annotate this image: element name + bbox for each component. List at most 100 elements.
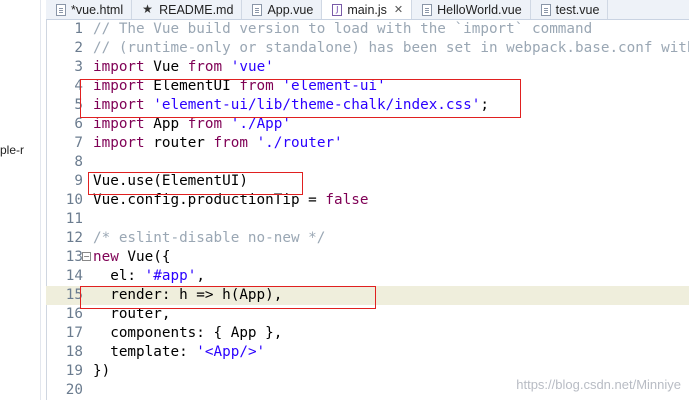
tab-helloworld-vue[interactable]: HelloWorld.vue xyxy=(412,0,531,19)
code-line[interactable]: 10 Vue.config.productionTip = false xyxy=(46,191,689,210)
token: template: xyxy=(93,344,197,360)
code-line[interactable]: 11 xyxy=(46,210,689,229)
code-line[interactable]: 16 router, xyxy=(46,305,689,324)
line-number: 4 xyxy=(74,78,83,94)
token: false xyxy=(325,192,369,208)
token: import xyxy=(93,116,145,132)
line-number: 3 xyxy=(74,59,83,75)
watermark: https://blog.csdn.net/Minniye xyxy=(516,377,681,392)
line-number: 13 xyxy=(65,249,83,265)
token: '#app' xyxy=(144,268,197,284)
token: components: { App }, xyxy=(93,325,283,341)
token: router, xyxy=(93,306,171,322)
code-text: import Vue from 'vue' xyxy=(93,58,274,77)
token: Vue xyxy=(144,59,188,75)
line-number: 2 xyxy=(74,40,83,56)
line-number: 16 xyxy=(65,306,83,322)
tab-main-js[interactable]: Jmain.js ✕ xyxy=(322,0,413,19)
line-number: 19 xyxy=(65,363,83,379)
code-editor[interactable]: 1 // The Vue build version to load with t… xyxy=(46,20,689,400)
code-line[interactable]: 18 template: '<App/>' xyxy=(46,343,689,362)
code-line[interactable]: 6 import App from './App' xyxy=(46,115,689,134)
line-number: 7 xyxy=(74,135,83,151)
token: from xyxy=(239,78,274,94)
code-line[interactable]: 5 import 'element-ui/lib/theme-chalk/inde… xyxy=(46,96,689,115)
token: ElementUI xyxy=(144,78,240,94)
line-number: 10 xyxy=(65,192,83,208)
code-text: import App from './App' xyxy=(93,115,291,134)
token: '<App/>' xyxy=(196,344,266,360)
fold-toggle-icon[interactable]: − xyxy=(82,252,91,261)
line-number: 6 xyxy=(74,116,83,132)
tab-vue-html[interactable]: *vue.html xyxy=(46,0,133,19)
tree-item-fragment[interactable]: ple-r xyxy=(0,143,24,157)
code-line[interactable]: 3 import Vue from 'vue' xyxy=(46,58,689,77)
line-number: 15 xyxy=(65,287,83,303)
token: // The Vue build version to load with th… xyxy=(93,21,593,37)
code-line[interactable]: 9 Vue.use(ElementUI) xyxy=(46,172,689,191)
code-line[interactable]: 15 render: h => h(App), xyxy=(46,286,689,305)
code-text: Vue.use(ElementUI) xyxy=(93,172,248,191)
token: new xyxy=(93,249,119,265)
token: , xyxy=(196,268,205,284)
code-line[interactable]: 14 el: '#app', xyxy=(46,267,689,286)
code-text: import router from './router' xyxy=(93,134,343,153)
token: './router' xyxy=(256,135,343,151)
line-number: 8 xyxy=(74,154,83,170)
tab-readme-md[interactable]: ★ README.md xyxy=(132,0,243,19)
line-number: 9 xyxy=(74,173,83,189)
code-text: router, xyxy=(93,305,170,324)
code-text: import 'element-ui/lib/theme-chalk/index… xyxy=(93,96,489,115)
token: App xyxy=(144,116,188,132)
tab-label: test.vue xyxy=(555,2,600,17)
token: 'element-ui' xyxy=(282,78,386,94)
tab-app-vue[interactable]: App.vue xyxy=(242,0,323,19)
panel-divider xyxy=(40,0,41,400)
tab-label: HelloWorld.vue xyxy=(437,2,522,17)
star-icon: ★ xyxy=(142,2,153,16)
code-line[interactable]: 12 /* eslint-disable no-new */ xyxy=(46,229,689,248)
code-line[interactable]: 1 // The Vue build version to load with t… xyxy=(46,20,689,39)
token: /* eslint-disable no-new */ xyxy=(93,230,326,246)
line-number: 1 xyxy=(74,21,83,37)
token: Vue.use(ElementUI) xyxy=(93,173,248,189)
token: import xyxy=(93,59,145,75)
vue-file-icon xyxy=(252,3,263,16)
code-text: render: h => h(App), xyxy=(93,286,282,305)
token: 'element-ui/lib/theme-chalk/index.css' xyxy=(153,97,481,113)
tab-test-vue[interactable]: test.vue xyxy=(531,0,609,19)
token: from xyxy=(213,135,248,151)
code-text: new Vue({ xyxy=(93,248,170,267)
editor-tab-bar: *vue.html ★ README.md App.vue Jmain.js ✕ Hello… xyxy=(46,0,689,20)
code-line[interactable]: 8 xyxy=(46,153,689,172)
package-explorer-panel: ple-r xyxy=(0,0,47,400)
tab-label: README.md xyxy=(159,2,234,17)
tab-label: App.vue xyxy=(267,2,314,17)
code-text: template: '<App/>' xyxy=(93,343,265,362)
vue-file-icon xyxy=(422,3,433,16)
line-number: 14 xyxy=(65,268,83,284)
line-number: 18 xyxy=(65,344,83,360)
token: from xyxy=(187,59,223,75)
token: Vue.config.productionTip = xyxy=(93,192,326,208)
tab-label: *vue.html xyxy=(71,2,124,17)
line-number: 5 xyxy=(74,97,83,113)
code-text: // The Vue build version to load with th… xyxy=(93,20,592,39)
close-icon[interactable]: ✕ xyxy=(394,3,403,16)
code-line[interactable]: 2 // (runtime-only or standalone) has bee… xyxy=(46,39,689,58)
token: // (runtime-only or standalone) has been… xyxy=(93,40,689,56)
line-number: 11 xyxy=(65,211,83,227)
code-text: import ElementUI from 'element-ui' xyxy=(93,77,386,96)
token: el: xyxy=(93,268,145,284)
code-line[interactable]: 4 import ElementUI from 'element-ui' xyxy=(46,77,689,96)
token: import xyxy=(93,78,145,94)
code-line[interactable]: 13− new Vue({ xyxy=(46,248,689,267)
code-line[interactable]: 17 components: { App }, xyxy=(46,324,689,343)
code-line[interactable]: 7 import router from './router' xyxy=(46,134,689,153)
code-text: }) xyxy=(93,362,110,381)
token: }) xyxy=(93,363,111,379)
line-number: 20 xyxy=(65,382,83,398)
token: Vue({ xyxy=(118,249,171,265)
